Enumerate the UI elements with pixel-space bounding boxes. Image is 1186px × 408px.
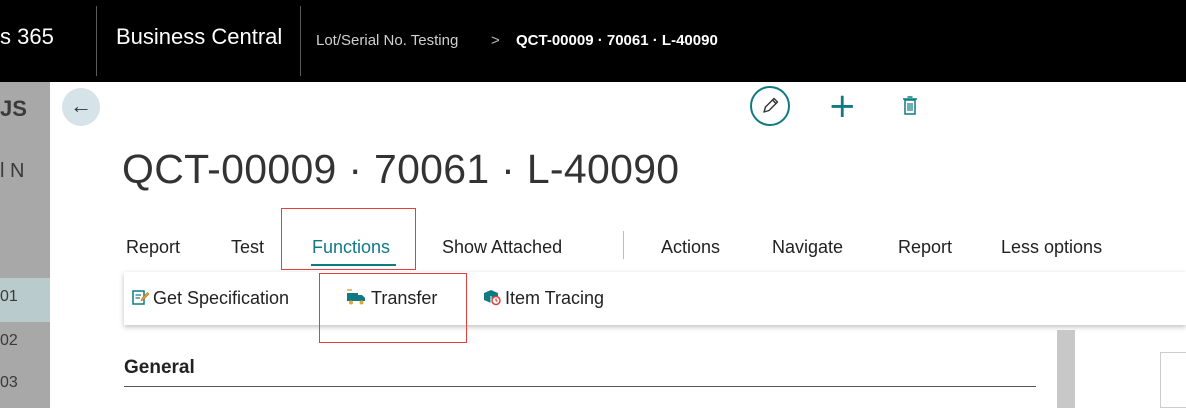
tab-actions[interactable]: Actions [661,237,720,258]
get-specification-button[interactable]: Get Specification [132,288,289,309]
list-row[interactable]: 03 [0,374,18,392]
pencil-icon [763,97,779,113]
highlight-box-transfer [319,273,467,343]
plus-icon: + [828,86,857,126]
functions-menu: Get Specification Transfer Item Tracing [124,272,1186,325]
edit-document-icon [132,290,150,305]
topbar-divider [300,6,301,76]
edit-button[interactable] [750,86,790,126]
highlight-box-functions [281,208,416,270]
factbox-pane [1160,352,1186,408]
breadcrumb-parent[interactable]: Lot/Serial No. Testing [316,32,458,49]
breadcrumb-separator: > [491,32,500,49]
item-tracing-label: Item Tracing [505,288,605,308]
list-heading-partial: JS [0,96,27,121]
list-row[interactable]: 02 [0,332,18,350]
product-name[interactable]: Business Central [116,24,282,50]
tabs-divider [623,231,624,259]
back-button[interactable]: ← [62,88,100,126]
page-title: QCT-00009 · 70061 · L-40090 [122,146,680,192]
tab-show-attached[interactable]: Show Attached [442,237,562,258]
tab-report[interactable]: Report [126,237,180,258]
topbar-divider [96,6,97,76]
list-row[interactable]: 01 [0,288,18,306]
tab-report-2[interactable]: Report [898,237,952,258]
tab-navigate[interactable]: Navigate [772,237,843,258]
trash-icon[interactable] [903,96,917,116]
less-options-button[interactable]: Less options [1001,237,1102,258]
item-tracing-button[interactable]: Item Tracing [482,288,604,309]
action-tabs: Report Test Functions Show Attached Acti… [0,230,1186,266]
tab-test[interactable]: Test [231,237,264,258]
top-bar: s 365 Business Central Lot/Serial No. Te… [0,0,1186,82]
item-tracing-icon [484,290,501,306]
breadcrumb-current: QCT-00009 · 70061 · L-40090 [516,32,718,49]
app-name-partial[interactable]: s 365 [0,24,54,50]
list-column-partial: l N [0,160,25,182]
general-section-header[interactable]: General [124,357,195,379]
new-button[interactable]: + [828,88,857,124]
get-specification-label: Get Specification [153,288,290,308]
arrow-left-icon: ← [70,93,92,118]
section-divider [124,386,1036,387]
scrollbar[interactable] [1057,330,1075,408]
